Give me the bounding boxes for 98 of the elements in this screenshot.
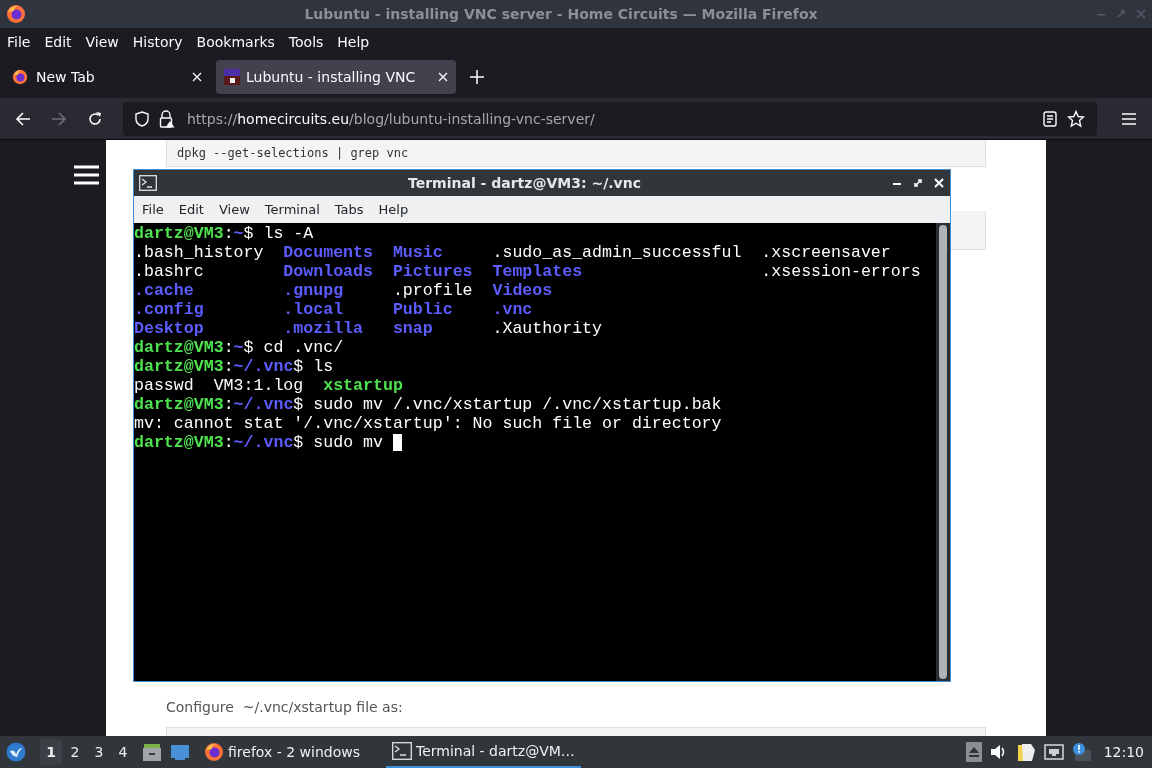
menu-item[interactable]: Help (337, 34, 370, 50)
menu-item[interactable]: Tabs (334, 202, 364, 217)
file-name: .profile (392, 281, 473, 300)
prompt-user: dartz@VM3 (134, 357, 224, 376)
taskbar-button[interactable]: firefox - 2 windows (198, 736, 378, 768)
desktop-icon[interactable] (170, 743, 190, 761)
network-icon[interactable] (1043, 744, 1064, 760)
menu-item[interactable]: History (132, 34, 183, 50)
directory-name: .mozilla (283, 319, 364, 338)
prompt-path: ~ (233, 224, 244, 243)
menu-item[interactable]: Tools (288, 34, 324, 50)
terminal-text: $ ls -A (243, 224, 314, 243)
padlock-warning-icon (159, 109, 175, 128)
terminal-text: passwd VM3:1.log (134, 376, 304, 395)
directory-name: Public (392, 300, 453, 319)
menu-item[interactable]: File (7, 34, 31, 50)
file-name: .xsession-errors (761, 262, 921, 281)
workspace-button[interactable]: 4 (112, 739, 134, 765)
clock: 12:10 (1103, 744, 1144, 760)
terminal-text: mv: cannot stat '/.vnc/xstartup': No such file or directory (134, 414, 722, 433)
prompt-path: ~ (233, 338, 244, 357)
firefox-icon (12, 69, 28, 85)
terminal-text: $ ls (293, 357, 334, 376)
directory-name: Desktop (134, 319, 204, 338)
forward-icon[interactable] (51, 110, 67, 127)
window-title: Terminal - dartz@VM3: ~/.vnc (407, 175, 642, 191)
directory-name: Documents (283, 243, 373, 262)
code-block: dpkg --get-selections | grep vnc (166, 140, 986, 167)
close-tab-icon[interactable] (192, 72, 202, 82)
terminal-icon (139, 175, 157, 191)
menu-item[interactable]: View (85, 34, 119, 50)
workspace-button[interactable]: 2 (64, 739, 86, 765)
file-name: .Xauthority (492, 319, 602, 338)
directory-name: Templates (492, 262, 583, 281)
reader-view-icon[interactable] (1043, 110, 1057, 127)
directory-name: Videos (492, 281, 553, 300)
menu-icon[interactable] (74, 165, 99, 185)
directory-name: .vnc (492, 300, 533, 319)
menu-item[interactable]: Help (378, 202, 409, 217)
workspace-button[interactable]: 1 (40, 739, 62, 765)
file-name: .sudo_as_admin_successful (492, 243, 742, 262)
file-name: .xscreensaver (761, 243, 891, 262)
shield-icon (135, 110, 149, 127)
reload-icon[interactable] (87, 110, 103, 127)
directory-name: snap (392, 319, 433, 338)
menu-icon[interactable] (1121, 111, 1137, 126)
directory-name: .config (134, 300, 204, 319)
menu-item[interactable]: File (142, 202, 164, 217)
taskbar-button[interactable]: Terminal - dartz@VM… (386, 736, 581, 768)
browser-tab[interactable]: Lubuntu - installing VNC (216, 60, 456, 94)
directory-name: Music (392, 243, 443, 262)
file-manager-icon[interactable] (142, 742, 162, 762)
directory-name: Pictures (392, 262, 473, 281)
menu-item[interactable]: Edit (178, 202, 204, 217)
prompt-path: ~/.vnc (233, 357, 294, 376)
browser-tab[interactable]: New Tab (2, 60, 212, 94)
workspace-button[interactable]: 3 (88, 739, 110, 765)
terminal-text: : (223, 224, 234, 243)
terminal-text: : (223, 395, 234, 414)
terminal-text: : (223, 433, 234, 452)
menu-item[interactable]: View (218, 202, 250, 217)
new-tab-icon[interactable] (470, 70, 484, 84)
firefox-icon (6, 4, 26, 24)
clipboard-icon[interactable] (1015, 742, 1036, 762)
back-icon[interactable] (15, 110, 31, 127)
file-name: .bash_history (134, 243, 264, 262)
directory-name: .local (283, 300, 344, 319)
notification-icon[interactable] (1071, 742, 1092, 762)
prompt-path: ~/.vnc (233, 395, 294, 414)
window-title: Lubuntu - installing VNC server - Home Circuits — Mozilla Firefox (303, 6, 819, 22)
eject-icon[interactable] (965, 742, 982, 762)
menu-item[interactable]: Edit (44, 34, 72, 50)
terminal-text: $ sudo mv (293, 433, 383, 452)
terminal-text: $ cd .vnc/ (243, 338, 344, 357)
terminal-text: $ sudo mv /.vnc/xstartup /.vnc/xstartup.bak (293, 395, 722, 414)
start-menu-icon[interactable] (6, 742, 26, 762)
terminal-text: : (223, 338, 234, 357)
menu-item[interactable]: Terminal (264, 202, 320, 217)
prompt-user: dartz@VM3 (134, 433, 224, 452)
address-field[interactable]: https://homecircuits.eu/blog/lubuntu-installing-vnc-server/ (123, 101, 1097, 136)
terminal-text: : (223, 357, 234, 376)
prompt-user: dartz@VM3 (134, 338, 224, 357)
close-tab-icon[interactable] (438, 72, 448, 82)
prompt-user: dartz@VM3 (134, 224, 224, 243)
directory-name: .gnupg (283, 281, 344, 300)
terminal-icon (392, 742, 412, 760)
firefox-icon (204, 742, 224, 762)
site-favicon-icon (224, 69, 240, 85)
directory-name: .cache (134, 281, 194, 300)
directory-name: Downloads (283, 262, 373, 281)
prompt-path: ~/.vnc (233, 433, 294, 452)
file-name: .bashrc (134, 262, 204, 281)
menu-item[interactable]: Bookmarks (196, 34, 275, 50)
scrollbar-thumb[interactable] (939, 225, 947, 679)
file-name: xstartup (323, 376, 403, 395)
prompt-user: dartz@VM3 (134, 395, 224, 414)
star-icon[interactable] (1067, 109, 1085, 128)
paragraph: Configure ~/.vnc/xstartup file as: (166, 699, 404, 715)
